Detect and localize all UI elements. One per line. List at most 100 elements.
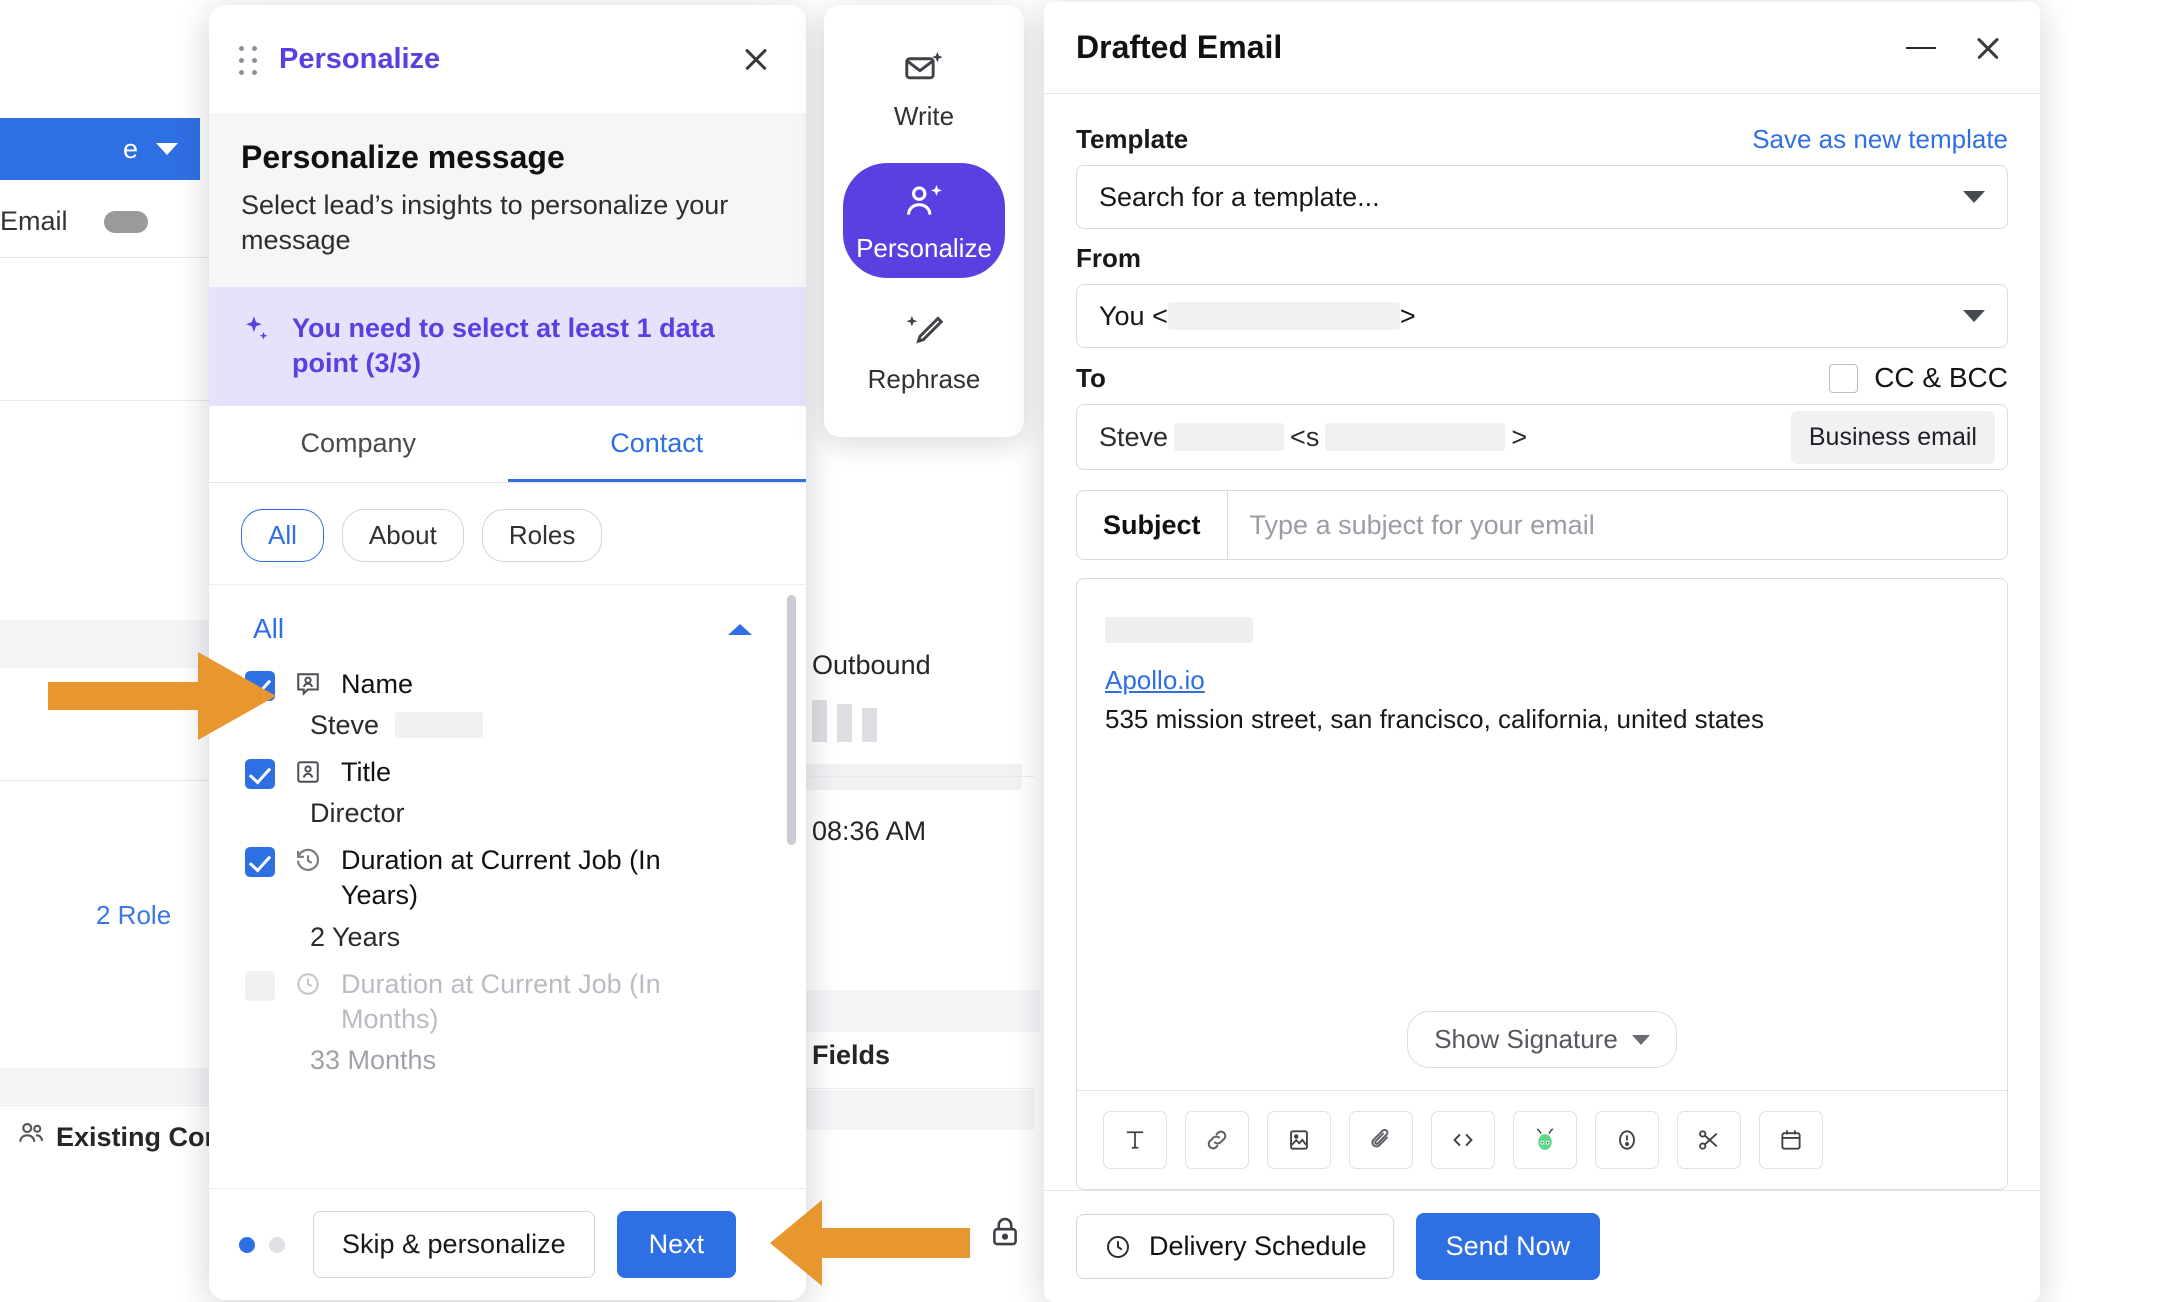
cc-bcc-toggle[interactable]: CC & BCC [1829, 362, 2008, 394]
rail-item-write[interactable]: Write [824, 47, 1024, 132]
template-select[interactable]: Search for a template... [1076, 165, 2008, 229]
signature-company-link[interactable]: Apollo.io [1105, 665, 1205, 696]
bg-toolbar-label: e [122, 133, 138, 164]
save-as-new-template-link[interactable]: Save as new template [1752, 124, 2008, 155]
minimize-icon[interactable] [1904, 31, 1938, 65]
option-group-header[interactable]: All [245, 607, 770, 667]
option-value: 2 Years [310, 921, 401, 952]
drag-handle-icon[interactable] [239, 46, 259, 75]
image-icon[interactable] [1267, 1111, 1331, 1169]
to-field[interactable]: Steve <s > Business email [1076, 404, 2008, 470]
from-select[interactable]: You < > [1076, 284, 2008, 348]
show-signature-button[interactable]: Show Signature [1407, 1011, 1677, 1068]
divider [0, 780, 210, 781]
bg-email-column-header: Email [0, 186, 210, 258]
checkbox-duration-years[interactable] [245, 847, 275, 878]
personalize-intro: Personalize message Select lead’s insigh… [209, 113, 806, 288]
option-value: Steve [310, 710, 380, 741]
apollo-alien-icon[interactable] [1513, 1111, 1577, 1169]
delivery-schedule-button[interactable]: Delivery Schedule [1076, 1214, 1394, 1279]
email-footer: Delivery Schedule Send Now [1044, 1190, 2040, 1302]
subject-input[interactable] [1227, 491, 2007, 559]
personalize-panel: Personalize Personalize message Select l… [209, 5, 806, 1300]
step-indicator [239, 1236, 285, 1253]
subject-label: Subject [1077, 491, 1228, 559]
bg-band [790, 1090, 1034, 1130]
scissors-icon[interactable] [1677, 1111, 1741, 1169]
send-now-button[interactable]: Send Now [1415, 1213, 1601, 1280]
redacted-blob [103, 210, 148, 233]
option-label: Duration at Current Job (In Years) [341, 845, 661, 911]
signature-address: 535 mission street, san francisco, calif… [1105, 704, 1764, 734]
close-icon[interactable] [1968, 28, 2008, 68]
bg-email-label: Email [0, 206, 68, 236]
email-body[interactable]: Apollo.io 535 mission street, san franci… [1077, 579, 2007, 1001]
annotation-arrow-next [770, 1200, 970, 1286]
clock-icon [1107, 1235, 1129, 1258]
lock-icon [993, 1217, 1017, 1246]
option-title[interactable]: Title Director [245, 755, 770, 829]
exclamation-circle-icon[interactable] [1595, 1111, 1659, 1169]
person-sparkle-icon [907, 185, 942, 216]
personalize-filter-chips: All About Roles [209, 483, 806, 584]
redacted-blob [1167, 301, 1400, 330]
redacted-blob [1174, 423, 1285, 451]
link-icon[interactable] [1185, 1111, 1249, 1169]
chip-roles[interactable]: Roles [481, 509, 603, 563]
rail-item-rephrase[interactable]: Rephrase [824, 310, 1024, 395]
clock-icon [297, 972, 319, 995]
option-label: Duration at Current Job (In Months) [341, 968, 661, 1034]
option-duration-years[interactable]: Duration at Current Job (In Years) 2 Yea… [245, 843, 770, 952]
tab-company[interactable]: Company [209, 406, 508, 482]
from-value: You < > [1099, 300, 1416, 331]
cc-bcc-checkbox[interactable] [1829, 363, 1859, 393]
chevron-down-icon [1963, 191, 1985, 203]
checkbox-title[interactable] [245, 759, 275, 790]
bg-bar-skeleton [812, 700, 877, 742]
chip-about[interactable]: About [341, 509, 464, 563]
business-email-badge[interactable]: Business email [1790, 410, 1995, 464]
personalize-panel-title: Personalize [279, 42, 441, 75]
bg-roles-link[interactable]: 2 Role [96, 900, 171, 931]
option-group-label: All [253, 613, 285, 645]
cc-bcc-label: CC & BCC [1874, 362, 2008, 393]
rail-item-personalize[interactable]: Personalize [843, 163, 1005, 279]
divider [0, 400, 210, 401]
redacted-blob [1325, 423, 1506, 451]
chip-all[interactable]: All [241, 509, 324, 563]
to-label: To [1076, 363, 1106, 393]
tab-contact[interactable]: Contact [507, 406, 806, 483]
from-label: From [1076, 243, 1141, 273]
data-point-alert: You need to select at least 1 data point… [209, 287, 806, 407]
composer-toolbar [1077, 1090, 2007, 1189]
personalize-panel-header: Personalize [209, 5, 806, 113]
chevron-down-icon [1631, 1034, 1650, 1045]
bg-toolbar-dropdown[interactable]: e [0, 118, 200, 180]
text-format-icon[interactable] [1103, 1111, 1167, 1169]
next-button[interactable]: Next [616, 1211, 737, 1278]
option-name[interactable]: Name Steve [245, 667, 770, 741]
bg-fields-label: Fields [812, 1040, 891, 1070]
email-composer: Apollo.io 535 mission street, san franci… [1076, 578, 2008, 1190]
option-label: Title [341, 757, 392, 788]
delivery-schedule-label: Delivery Schedule [1149, 1231, 1367, 1261]
code-icon[interactable] [1431, 1111, 1495, 1169]
subject-row[interactable]: Subject [1076, 490, 2008, 560]
close-icon[interactable] [736, 39, 776, 79]
redacted-blob [1105, 617, 1253, 643]
skip-personalize-button[interactable]: Skip & personalize [313, 1211, 595, 1278]
list-scrollbar[interactable] [787, 595, 796, 846]
mail-sparkle-icon [905, 51, 943, 80]
divider [0, 1105, 212, 1106]
chevron-up-icon [728, 623, 752, 635]
template-label: Template [1076, 124, 1189, 154]
option-label: Name [341, 669, 414, 700]
calendar-icon[interactable] [1759, 1111, 1823, 1169]
rail-label: Write [893, 100, 955, 131]
attachment-icon[interactable] [1349, 1111, 1413, 1169]
personalize-footer: Skip & personalize Next [209, 1188, 806, 1300]
bg-skeleton [802, 764, 1022, 790]
divider [790, 1088, 1034, 1089]
contact-card-icon [297, 761, 319, 784]
ai-tools-rail: Write Personalize Rephrase [824, 5, 1024, 437]
